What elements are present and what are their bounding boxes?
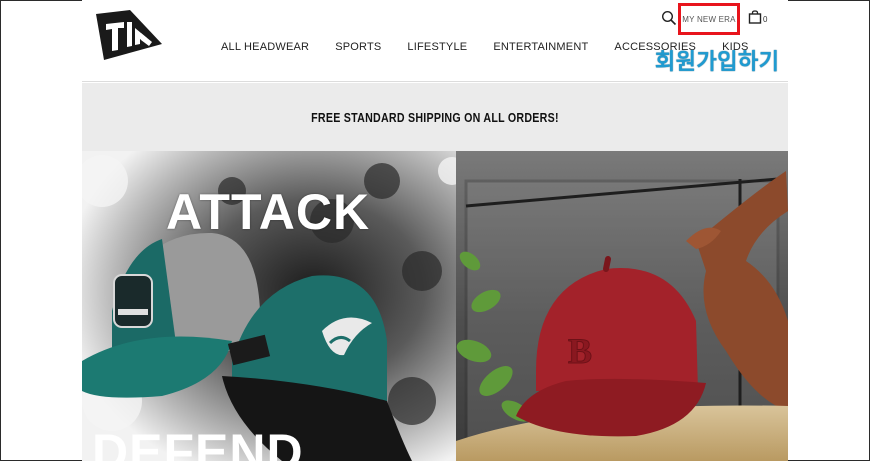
nav-entertainment[interactable]: ENTERTAINMENT — [493, 41, 588, 53]
hero-redsox-promo[interactable]: B — [456, 151, 788, 461]
cart-button[interactable]: 0 — [748, 10, 767, 24]
shipping-banner-text: FREE STANDARD SHIPPING ON ALL ORDERS! — [311, 109, 559, 125]
nav-sports[interactable]: SPORTS — [335, 41, 381, 53]
red-sox-cap-image: B — [456, 151, 788, 461]
shopping-bag-icon — [748, 10, 762, 24]
cart-count: 0 — [763, 15, 768, 24]
hero-title-defend: DEFEND — [92, 424, 304, 461]
nav-all-headwear[interactable]: ALL HEADWEAR — [221, 41, 309, 53]
search-icon[interactable] — [661, 10, 677, 26]
hero-eagles-promo[interactable]: ATTACK DEFEND — [82, 151, 466, 461]
signup-annotation-label: 회원가입하기 — [655, 50, 780, 75]
my-new-era-highlight[interactable]: MY NEW ERA — [678, 3, 740, 35]
shipping-banner[interactable]: FREE STANDARD SHIPPING ON ALL ORDERS! — [82, 83, 788, 151]
hero-title-attack: ATTACK — [166, 184, 371, 240]
my-new-era-link[interactable]: MY NEW ERA — [682, 15, 735, 24]
new-era-logo[interactable] — [94, 10, 164, 62]
svg-text:B: B — [568, 331, 592, 371]
nav-lifestyle[interactable]: LIFESTYLE — [407, 41, 467, 53]
